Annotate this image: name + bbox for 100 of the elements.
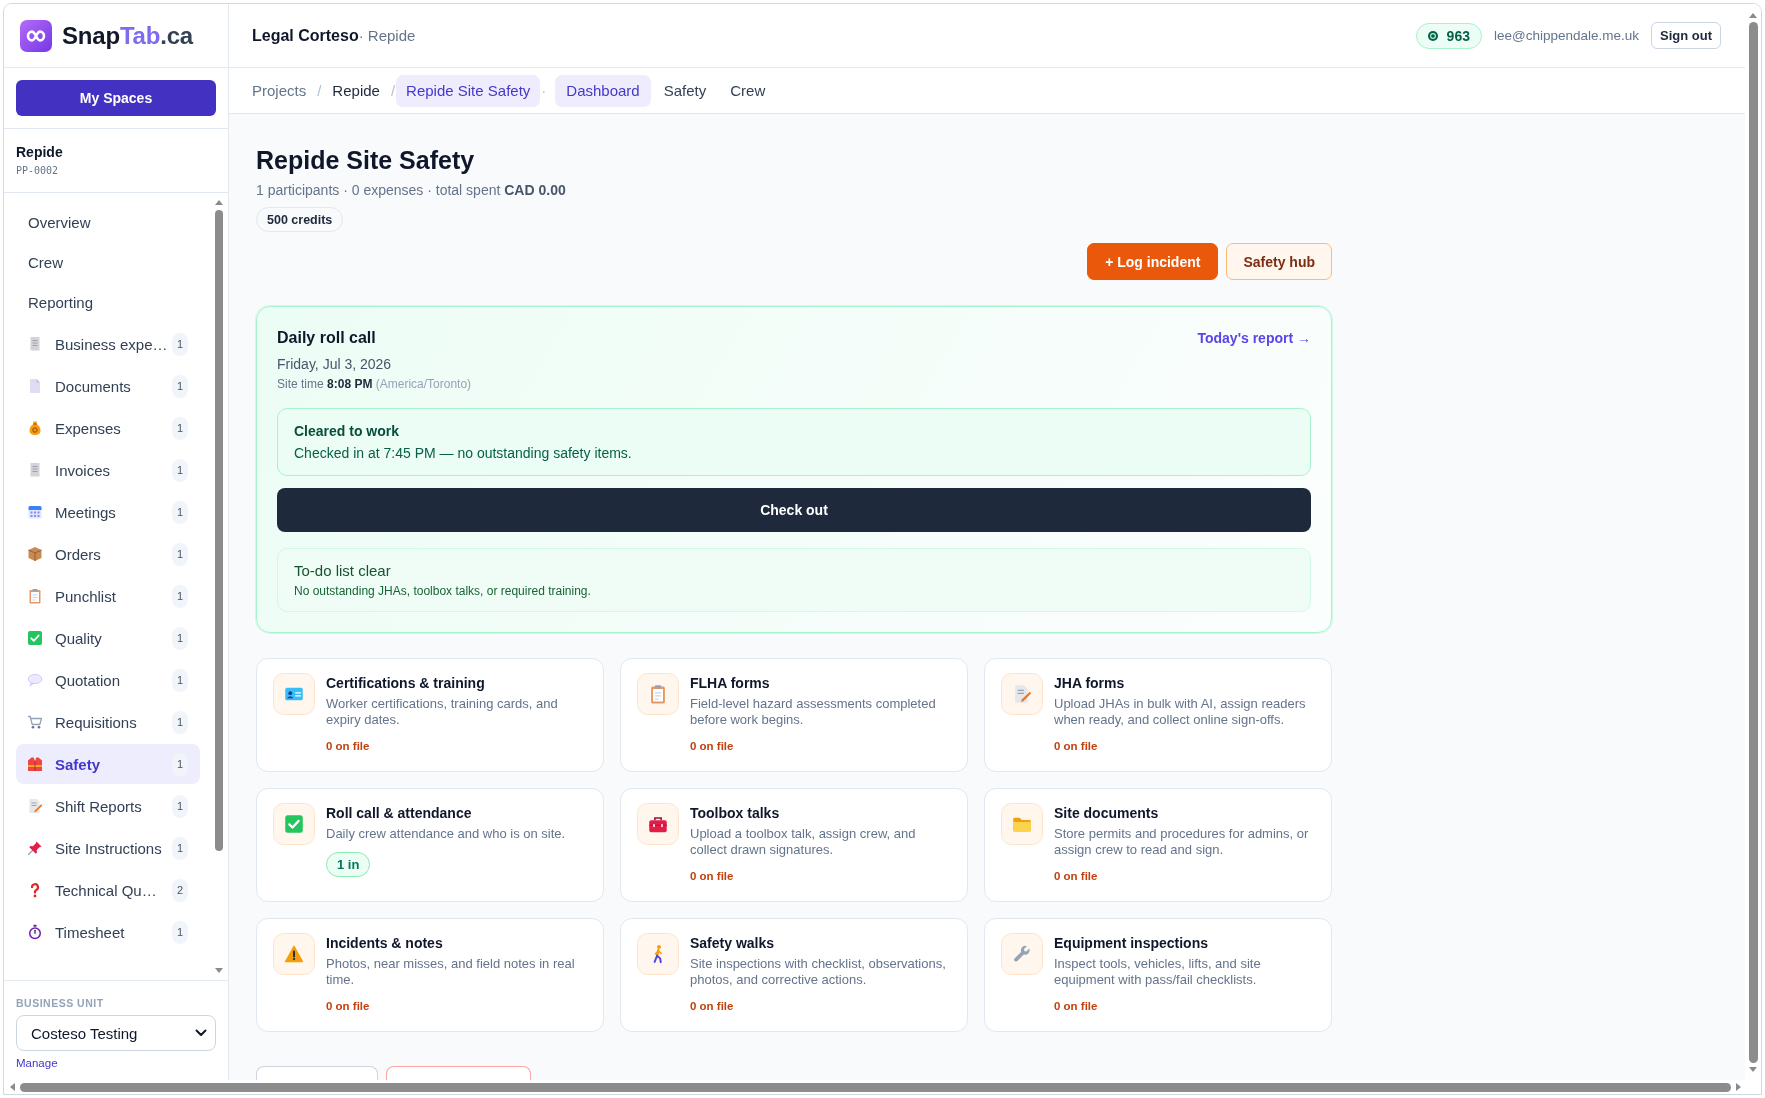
file-count: 0 on file (690, 869, 735, 884)
count-badge: 1 (172, 374, 188, 398)
module-card[interactable]: Site documents Store permits and procedures for admins, or assign crew to read and sign. 0 on file (984, 788, 1332, 902)
page-summary: 1 participants · 0 expenses · total spent CAD 0.00 (256, 181, 567, 200)
nav-tab[interactable]: Safety (652, 74, 718, 107)
count-badge: 1 (172, 584, 188, 608)
safety-vest-icon (27, 756, 43, 772)
document-icon (27, 378, 43, 394)
module-title: Roll call & attendance (326, 804, 473, 823)
speech-bubble-icon (27, 672, 43, 688)
module-card[interactable]: Incidents & notes Photos, near misses, and field notes in real time. 0 on file (256, 918, 604, 1032)
todo-title: To-do list clear (294, 561, 392, 581)
attendance-badge: 1 in (326, 852, 371, 877)
module-card[interactable]: JHA forms Upload JHAs in bulk with AI, assign readers when ready, and collect online sign-offs. 0 on file (984, 658, 1332, 772)
module-description: Store permits and procedures for admins, or assign crew to read and sign. (1054, 826, 1310, 858)
nav-tab[interactable]: Dashboard (555, 74, 651, 107)
sidebar-item[interactable]: Site Instructions 1 (16, 828, 200, 868)
clipboard-icon (637, 673, 679, 715)
file-count: 0 on file (690, 739, 735, 754)
money-bag-icon (27, 420, 43, 436)
count-badge: 1 (172, 458, 188, 482)
sidebar-item[interactable]: Safety 1 (16, 744, 200, 784)
stopwatch-icon (27, 924, 43, 940)
sidebar-item[interactable]: Invoices 1 (16, 450, 200, 490)
module-title: Certifications & training (326, 674, 486, 693)
status-title: Cleared to work (294, 422, 401, 441)
breadcrumb-link[interactable]: Repide (322, 74, 390, 107)
count-badge: 1 (172, 794, 188, 818)
my-spaces-button[interactable]: My Spaces (16, 80, 216, 116)
sidebar-item[interactable]: Expenses 1 (16, 408, 200, 448)
sidebar-item[interactable]: Timesheet 1 (16, 912, 200, 952)
credits-count: 963 (1446, 27, 1470, 44)
module-card[interactable]: Certifications & training Worker certifications, training cards, and expiry dates. 0 on file (256, 658, 604, 772)
module-card[interactable]: Toolbox talks Upload a toolbox talk, assign crew, and collect drawn signatures. 0 on file (620, 788, 968, 902)
project-code: PP-0002 (16, 164, 60, 178)
check-box-icon (273, 803, 315, 845)
report-link[interactable]: Today's report → (1197, 330, 1311, 346)
module-card[interactable]: Equipment inspections Inspect tools, vehicles, lifts, and site equipment with pass/fail checklists. 0 on file (984, 918, 1332, 1032)
nav-tab[interactable]: Crew (719, 74, 777, 107)
folder-icon (1001, 803, 1043, 845)
id-card-icon (273, 673, 315, 715)
wrench-icon (1001, 933, 1043, 975)
file-count: 0 on file (326, 999, 371, 1014)
module-card[interactable]: FLHA forms Field-level hazard assessments completed before work begins. 0 on file (620, 658, 968, 772)
manage-link[interactable]: Manage (16, 1056, 58, 1070)
breadcrumb-link[interactable]: Projects (242, 74, 317, 107)
site-time-text: Site time 8:08 PM (America/Toronto) (277, 376, 473, 392)
count-badge: 1 (172, 920, 188, 944)
file-count: 0 on file (1054, 739, 1099, 754)
sidebar-item[interactable]: Business expe… 1 (16, 324, 200, 364)
count-badge: 1 (172, 752, 188, 776)
count-badge: 1 (172, 542, 188, 566)
document-pencil-icon (1001, 673, 1043, 715)
sidebar-item[interactable]: Reporting (16, 282, 200, 322)
sidebar-item[interactable]: Crew (16, 242, 200, 282)
module-card[interactable]: Safety walks Site inspections with checklist, observations, photos, and corrective actions. 0 on file (620, 918, 968, 1032)
sidebar-item[interactable]: Shift Reports 1 (16, 786, 200, 826)
warning-icon (273, 933, 315, 975)
count-badge: 1 (172, 416, 188, 440)
count-badge: 1 (172, 500, 188, 524)
module-title: Site documents (1054, 804, 1160, 823)
sidebar-item[interactable]: Technical Qu… 2 (16, 870, 200, 910)
chevron-down-icon (195, 1029, 207, 1037)
date-text: Friday, Jul 3, 2026 (277, 355, 393, 374)
sidebar-item[interactable]: Quotation 1 (16, 660, 200, 700)
sidebar-item[interactable]: Meetings 1 (16, 492, 200, 532)
cut-off-button[interactable] (386, 1066, 531, 1080)
logo-icon (20, 19, 52, 52)
file-count: 0 on file (690, 999, 735, 1014)
sidebar-item[interactable]: Punchlist 1 (16, 576, 200, 616)
clipboard-icon (27, 588, 43, 604)
status-message: Checked in at 7:45 PM — no outstanding safety items. (294, 444, 633, 463)
project-label: · Repide (358, 26, 416, 44)
safety-hub-button[interactable]: Safety hub (1226, 243, 1332, 280)
page-title: Repide Site Safety (256, 145, 476, 175)
module-title: Toolbox talks (690, 804, 781, 823)
module-description: Photos, near misses, and field notes in real time. (326, 956, 576, 988)
file-count: 0 on file (1054, 869, 1099, 884)
count-badge: 1 (172, 626, 188, 650)
check-out-button[interactable]: Check out (277, 488, 1311, 532)
sidebar-item[interactable]: Quality 1 (16, 618, 200, 658)
sidebar-item[interactable]: Requisitions 1 (16, 702, 200, 742)
breadcrumb-link[interactable]: Repide Site Safety (396, 74, 541, 107)
breadcrumb-separator: / (316, 82, 323, 99)
sidebar-item[interactable]: Overview (16, 202, 200, 242)
sidebar-item[interactable]: Orders 1 (16, 534, 200, 574)
credits-badge: 500 credits (256, 207, 344, 232)
calendar-icon (27, 504, 43, 520)
module-description: Field-level hazard assessments completed before work begins. (690, 696, 937, 728)
log-incident-button[interactable]: + Log incident (1087, 243, 1219, 280)
count-badge: 1 (172, 836, 188, 860)
business-unit-select[interactable]: Costeso Testing (16, 1015, 216, 1051)
count-badge: 1 (172, 710, 188, 734)
module-description: Inspect tools, vehicles, lifts, and site equipment with pass/fail checklists. (1054, 956, 1262, 988)
sidebar-item[interactable]: Documents 1 (16, 366, 200, 406)
sign-out-button[interactable]: Sign out (1651, 22, 1721, 49)
walking-person-icon (637, 933, 679, 975)
pushpin-icon (27, 840, 43, 856)
module-card[interactable]: Roll call & attendance Daily crew attendance and who is on site. 1 in (256, 788, 604, 902)
module-description: Upload a toolbox talk, assign crew, and collect drawn signatures. (690, 826, 917, 858)
